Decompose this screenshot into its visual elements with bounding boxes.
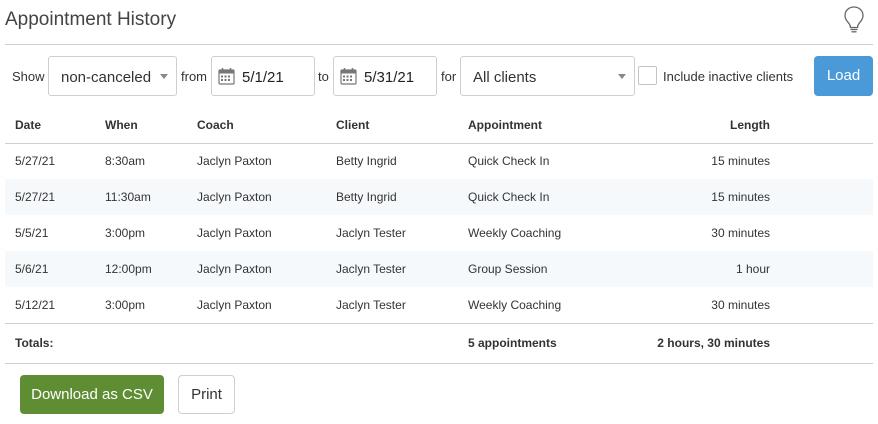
cell-client: Betty Ingrid [336,154,397,169]
cell-client: Betty Ingrid [336,179,468,215]
cell-length: 30 minutes [711,297,770,312]
cell-coach: Jaclyn Paxton [197,297,272,312]
cell-appointment: Group Session [468,251,608,287]
to-date-field[interactable]: 5/31/21 [333,56,437,96]
status-select[interactable]: non-canceled [48,56,177,96]
filter-bar: Show non-canceled from 5/1/21 to 5/31/21… [0,56,878,96]
page-header: Appointment History [5,0,873,45]
cell-appointment: Quick Check In [468,154,550,169]
totals-label: Totals: [5,322,105,364]
cell-coach: Jaclyn Paxton [197,226,272,240]
cell-coach: Jaclyn Paxton [197,179,336,215]
calendar-icon [340,68,357,85]
cell-coach: Jaclyn Paxton [197,154,272,169]
from-label: from [181,69,207,84]
cell-appointment: Weekly Coaching [468,226,562,240]
cell-appointment: Weekly Coaching [468,297,562,312]
col-header-when[interactable]: When [105,107,197,144]
cell-date: 5/5/21 [15,226,49,240]
to-label: to [318,69,329,84]
col-header-spacer [770,107,873,144]
cell-client: Jaclyn Tester [336,251,468,287]
cell-client: Jaclyn Tester [336,226,406,240]
totals-appointments: 5 appointments [468,322,608,364]
col-header-length[interactable]: Length [608,107,770,144]
client-select-value: All clients [473,69,537,86]
cell-appointment: Quick Check In [468,179,608,215]
table-row: 5/27/21 8:30am Jaclyn Paxton Betty Ingri… [5,143,873,179]
download-csv-button[interactable]: Download as CSV [20,375,164,414]
cell-length: 15 minutes [711,154,770,169]
to-date-value: 5/31/21 [364,69,415,86]
cell-when: 3:00pm [105,226,146,240]
totals-length: 2 hours, 30 minutes [608,322,770,364]
cell-when: 3:00pm [105,297,146,312]
cell-date: 5/27/21 [5,179,105,215]
cell-coach: Jaclyn Paxton [197,251,336,287]
cell-when: 12:00pm [105,251,197,287]
table-row: 5/6/21 12:00pm Jaclyn Paxton Jaclyn Test… [5,251,873,287]
cell-when: 11:30am [105,179,197,215]
page-title: Appointment History [5,9,177,30]
client-select[interactable]: All clients [460,56,635,96]
cell-when: 8:30am [105,154,146,169]
cell-client: Jaclyn Tester [336,297,406,312]
for-label: for [441,69,457,84]
col-header-appointment[interactable]: Appointment [468,107,608,144]
col-header-date[interactable]: Date [5,107,105,144]
cell-length: 15 minutes [608,179,770,215]
cell-date: 5/6/21 [5,251,105,287]
totals-row: Totals: 5 appointments 2 hours, 30 minut… [5,322,873,364]
chevron-down-icon [618,74,626,79]
from-date-field[interactable]: 5/1/21 [211,56,315,96]
cell-length: 1 hour [608,251,770,287]
print-button[interactable]: Print [178,375,235,414]
load-button[interactable]: Load [814,56,873,96]
include-inactive-label[interactable]: Include inactive clients [663,69,793,84]
table-row: 5/5/21 3:00pm Jaclyn Paxton Jaclyn Teste… [5,215,873,251]
col-header-client[interactable]: Client [336,107,468,144]
from-date-value: 5/1/21 [242,69,284,86]
include-inactive-checkbox[interactable] [638,66,657,85]
col-header-coach[interactable]: Coach [197,107,336,144]
calendar-icon [218,68,235,85]
table-row: 5/12/21 3:00pm Jaclyn Paxton Jaclyn Test… [5,287,873,323]
lightbulb-icon[interactable] [843,5,865,35]
table-row: 5/27/21 11:30am Jaclyn Paxton Betty Ingr… [5,179,873,215]
cell-length: 30 minutes [711,226,770,240]
appointments-table: Date When Coach Client Appointment Lengt… [5,107,873,364]
show-label: Show [12,69,45,84]
table-header-row: Date When Coach Client Appointment Lengt… [5,107,873,144]
status-select-value: non-canceled [61,69,152,86]
cell-date: 5/27/21 [15,154,56,169]
cell-date: 5/12/21 [15,297,56,312]
chevron-down-icon [160,74,168,79]
